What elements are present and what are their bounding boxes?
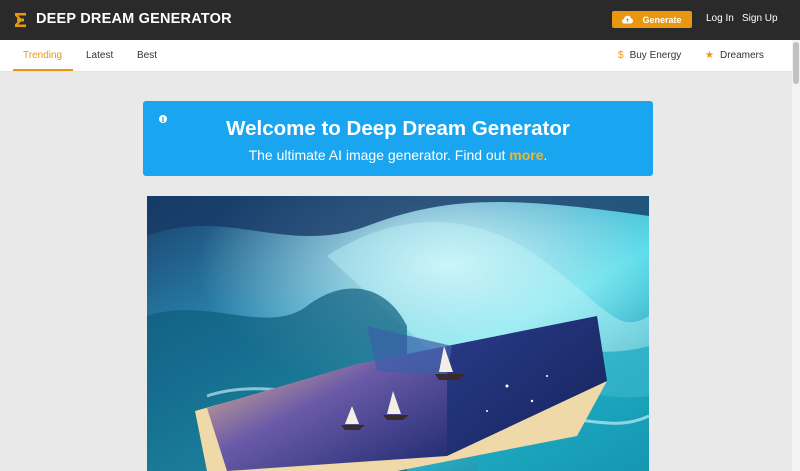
banner-title: Welcome to Deep Dream Generator bbox=[226, 117, 570, 140]
buy-energy-link[interactable]: $ Buy Energy bbox=[618, 50, 681, 61]
tab-best[interactable]: Best bbox=[137, 50, 157, 61]
generate-button[interactable]: Generate bbox=[612, 11, 692, 28]
dreamers-link[interactable]: ★ Dreamers bbox=[705, 50, 764, 61]
dollar-icon: $ bbox=[618, 50, 624, 61]
signup-link[interactable]: Sign Up bbox=[742, 13, 778, 24]
cloud-upload-icon bbox=[622, 15, 634, 24]
tab-latest[interactable]: Latest bbox=[86, 50, 113, 61]
tab-trending[interactable]: Trending bbox=[23, 50, 62, 61]
logo-icon[interactable] bbox=[15, 13, 26, 27]
buy-energy-label: Buy Energy bbox=[629, 50, 682, 61]
sub-navbar: Trending Latest Best $ Buy Energy ★ Dreame… bbox=[0, 40, 792, 72]
dream-artwork bbox=[147, 196, 649, 471]
brand-title[interactable]: DEEP DREAM GENERATOR bbox=[36, 11, 232, 27]
featured-dream-image[interactable] bbox=[147, 196, 649, 471]
active-tab-indicator bbox=[13, 69, 73, 71]
generate-label: Generate bbox=[642, 14, 682, 25]
dreamers-label: Dreamers bbox=[719, 50, 764, 61]
welcome-banner: i Welcome to Deep Dream Generator The ul… bbox=[143, 101, 653, 176]
banner-subtitle: The ultimate AI image generator. Find ou… bbox=[143, 147, 653, 163]
banner-subtitle-text: The ultimate AI image generator. Find ou… bbox=[248, 147, 510, 163]
star-icon: ★ bbox=[705, 50, 714, 61]
login-link[interactable]: Log In bbox=[706, 13, 734, 24]
top-navbar: DEEP DREAM GENERATOR Generate Log In Sig… bbox=[0, 0, 800, 40]
banner-subtitle-period: . bbox=[543, 147, 548, 163]
scrollbar-thumb[interactable] bbox=[793, 42, 799, 84]
more-link[interactable]: more bbox=[509, 147, 543, 163]
page-scrollbar[interactable] bbox=[792, 40, 800, 471]
